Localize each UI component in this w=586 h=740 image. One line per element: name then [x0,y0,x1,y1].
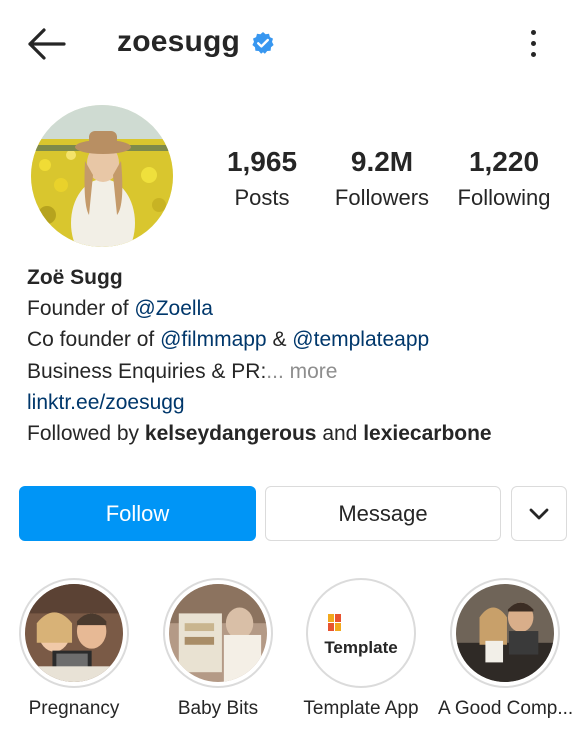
profile-username: zoesugg [117,25,241,58]
bio-text: Founder of [27,297,135,321]
highlight-label: A Good Comp... [438,698,574,719]
dot [531,52,536,57]
follow-button[interactable]: Follow [19,486,256,541]
bio-line-1: Founder of @Zoella [27,293,567,324]
highlight-ring [163,578,273,688]
highlight-baby-bits[interactable]: Baby Bits [155,578,281,720]
top-bar: zoesugg [0,0,586,90]
highlight-cover: Template [312,584,410,682]
highlight-ring [19,578,129,688]
bio-more-link[interactable]: ... more [266,360,337,383]
mention-link[interactable]: @templateapp [292,328,429,351]
mention-link[interactable]: @filmmapp [160,328,267,351]
posts-label: Posts [234,185,290,210]
followed-by-text: Followed by [27,422,145,446]
suggested-dropdown-button[interactable] [511,486,567,541]
profile-avatar[interactable] [31,105,173,247]
template-cover-text: Template [324,638,398,657]
followed-by-text: and [316,422,364,446]
followed-by-user[interactable]: lexiecarbone [363,422,491,445]
stat-posts[interactable]: 1,965 Posts [221,144,303,213]
highlight-a-good-comp[interactable]: A Good Comp... [438,578,574,720]
bio-text: & [266,328,293,352]
verified-badge-icon [252,32,274,54]
profile-display-name: Zoë Sugg [27,266,123,289]
bio-link-line: linktr.ee/zoesugg [27,387,567,418]
following-label: Following [457,185,551,210]
arrow-left-icon [28,28,66,60]
highlight-ring: Template [306,578,416,688]
message-button[interactable]: Message [265,486,501,541]
highlight-cover [456,584,554,682]
highlight-cover [25,584,123,682]
mention-link[interactable]: @Zoella [134,297,213,320]
highlight-cover [169,584,267,682]
stat-following[interactable]: 1,220 Following [452,144,556,213]
avatar-photo [31,105,173,247]
bio-line-2: Co founder of @filmmapp & @templateapp [27,324,567,355]
bio-line-3: Business Enquiries & PR:... more [27,356,567,387]
highlight-label: Baby Bits [177,698,259,719]
website-link[interactable]: linktr.ee/zoesugg [27,391,185,414]
posts-count: 1,965 [226,146,298,177]
template-logo-icon [328,614,342,632]
followed-by-line[interactable]: Followed by kelseydangerous and lexiecar… [27,418,567,449]
dot [531,41,536,46]
highlight-label: Template App [303,698,419,719]
bio-text: Business Enquiries & PR: [27,359,267,383]
options-menu-button[interactable] [520,24,548,62]
back-button[interactable] [24,26,68,62]
highlight-label: Pregnancy [28,698,120,719]
bio-name-line: Zoë Sugg [27,262,567,293]
followers-label: Followers [334,185,430,210]
following-count: 1,220 [468,146,540,177]
bio-text: Co founder of [27,328,161,352]
chevron-down-icon [529,508,549,519]
highlight-pregnancy[interactable]: Pregnancy [11,578,137,720]
highlight-ring [450,578,560,688]
dot [531,30,536,35]
profile-bio: Zoë Sugg Founder of @Zoella Co founder o… [27,262,567,449]
stat-followers[interactable]: 9.2M Followers [330,144,434,213]
followed-by-user[interactable]: kelseydangerous [145,422,317,445]
followers-count: 9.2M [350,146,414,177]
highlight-template-app[interactable]: Template Template App [298,578,424,720]
